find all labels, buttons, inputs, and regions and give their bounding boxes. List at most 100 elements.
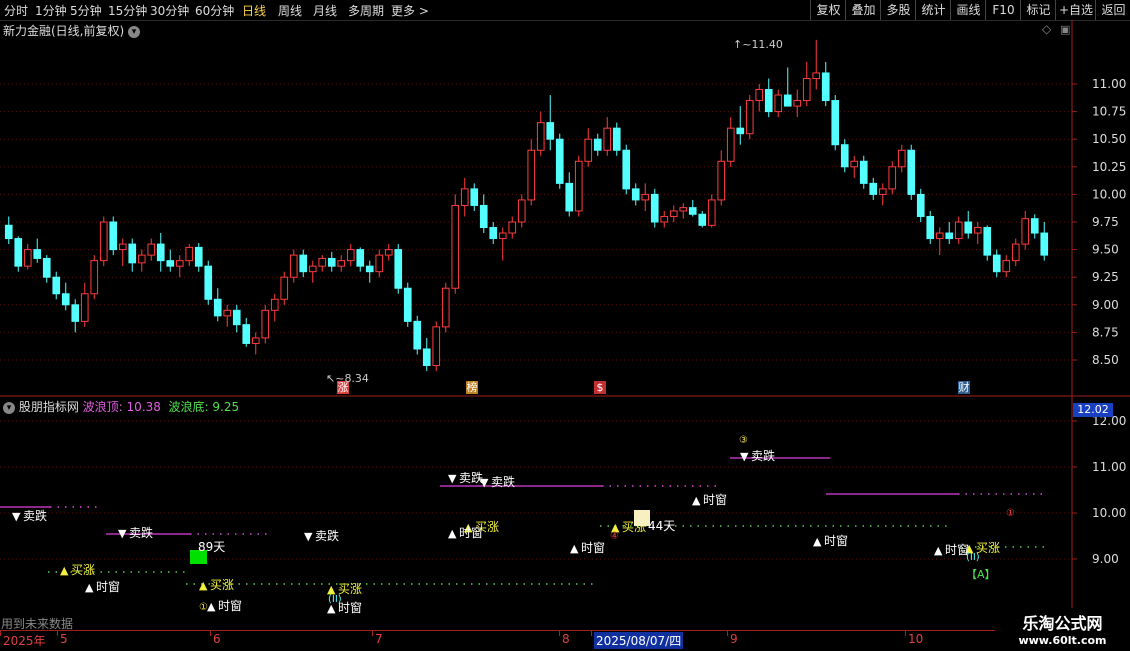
date-tick-label: 6 [213,632,221,646]
up-triangle-icon: ▲ [199,579,208,592]
candle [764,78,773,118]
candle [460,177,469,217]
toolbar-button-2[interactable]: 多股 [880,0,916,20]
toolbar-button-0[interactable]: 复权 [810,0,846,20]
circled-number: ④ [610,531,619,542]
candle [1040,222,1049,261]
stock-title-text: 新力金融(日线,前复权) [3,24,125,38]
toolbar-button-7[interactable]: +自选 [1055,0,1096,20]
candle [679,203,688,219]
watermark-url: www.60lt.com [1018,634,1107,647]
toolbar-button-8[interactable]: 返回 [1095,0,1130,20]
candle [669,205,678,222]
candle [71,299,80,333]
candle [498,227,507,261]
candle [175,255,184,278]
toolbar-button-5[interactable]: F10 [985,0,1021,20]
up-triangle-icon: ▲ [692,494,701,507]
signal-window: ▲ 时窗 [813,534,848,548]
candle [954,216,963,245]
diamond-icon[interactable]: ◇ [1042,22,1051,36]
low-value: 8.34 [344,372,369,385]
candle [118,238,127,267]
candle [337,255,346,272]
candle [384,244,393,261]
candle [289,249,298,283]
window-toggle-icon[interactable]: ▣ [1060,23,1070,36]
price-tick-label: 11.00 [1092,77,1126,91]
event-marker-3[interactable]: 财 [958,380,970,394]
indicator-tick-label: 10.00 [1092,506,1126,520]
timeframe-8[interactable]: 月线 [313,2,337,19]
candle [327,251,336,272]
svg-text:时窗: 时窗 [703,493,727,507]
signal-buy: ▲ 买涨 [199,577,234,592]
candle [536,111,545,156]
toolbar-button-6[interactable]: 标记 [1020,0,1056,20]
circled-number: (II) [328,594,342,605]
down-triangle-icon: ▼ [740,450,749,463]
candle [156,233,165,272]
candle [147,238,156,261]
signal-window: ▲ 时窗 [448,526,483,540]
candle [593,133,602,156]
date-tick [905,631,906,636]
low-arrow-icon: ↖~ [326,372,345,385]
indicator-dropdown-icon[interactable]: ▾ [3,401,15,414]
circled-number: (II) [966,552,980,563]
timeframe-3[interactable]: 15分钟 [108,2,147,19]
date-tick-label: 5 [60,632,68,646]
price-chart[interactable]: 11.00 10.75 10.50 10.25 10.00 9.75 9.50 9.25 9.0… [0,20,1130,650]
svg-text:买涨: 买涨 [71,562,95,577]
dropdown-circle-icon[interactable]: ▾ [128,25,141,38]
svg-text:卖跌: 卖跌 [129,525,153,540]
candle [907,144,916,200]
up-triangle-icon: ▲ [85,581,94,594]
up-triangle-icon: ▲ [934,544,943,557]
candle [261,304,270,344]
signal-window: ▲ 时窗 [692,493,727,507]
timeframe-4[interactable]: 30分钟 [150,2,189,19]
candle [945,222,954,245]
date-tick [57,631,58,636]
candle [926,210,935,245]
event-marker-1[interactable]: 榜 [466,380,478,394]
signal-window: ▲ 时窗 [934,543,969,557]
indicator-name: 股朋指标网 [18,400,79,414]
timeframe-2[interactable]: 5分钟 [70,2,102,19]
up-triangle-icon: ▲ [813,535,822,548]
candle [840,139,849,173]
event-marker-2[interactable]: $ [594,381,606,394]
candle [4,216,13,245]
timeframe-0[interactable]: 分时 [4,2,28,19]
timeframe-9[interactable]: 多周期 [348,2,384,19]
circled-number: ③ [739,435,748,446]
svg-text:卖跌: 卖跌 [491,474,515,489]
candle [555,133,564,189]
price-tick-label: 10.75 [1092,105,1126,119]
down-triangle-icon: ▼ [480,476,489,489]
toolbar-button-3[interactable]: 统计 [915,0,951,20]
date-tick-label: 10 [908,632,924,646]
price-tick-label: 10.00 [1092,187,1126,201]
candle [612,122,621,156]
indicator-panel: ▼ 卖跌▼ 卖跌 ▼ 卖跌▼ 卖跌▼ 卖跌▼ 卖跌▲ 买涨▲ 买涨 ▲ 买涨▲ 买涨 ▲ 买涨▲ 买涨▲ 时窗▲… [0,420,1072,615]
toolbar-button-4[interactable]: 画线 [950,0,986,20]
timeframe-6[interactable]: 日线 [242,2,266,19]
candle [622,144,631,195]
toolbar-button-1[interactable]: 叠加 [845,0,881,20]
candle [99,216,108,267]
candle [527,139,536,206]
candle [479,194,488,234]
timeframe-7[interactable]: 周线 [278,2,302,19]
candle [983,225,992,261]
candle [755,84,764,112]
candle [736,106,745,145]
timeframe-5[interactable]: 60分钟 [195,2,234,19]
candle [717,150,726,206]
timeframe-1[interactable]: 1分钟 [35,2,67,19]
candle [831,95,840,151]
candle [232,304,241,333]
candle [821,61,830,107]
timeframe-10[interactable]: 更多 > [391,2,429,19]
